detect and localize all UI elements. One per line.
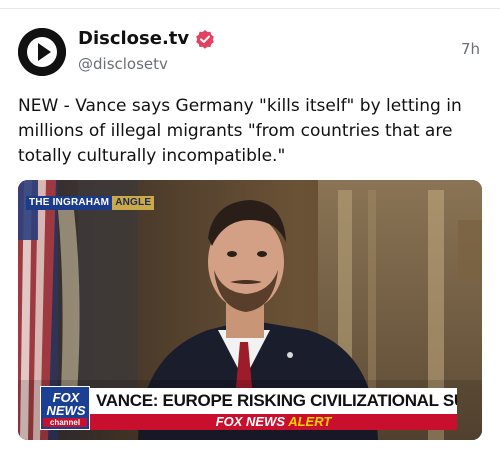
post-body-text: NEW - Vance says Germany "kills itself" … <box>18 96 462 166</box>
show-title-badge: THE INGRAHAM ANGLE <box>26 196 155 210</box>
avatar[interactable] <box>18 28 66 76</box>
fox-news-logo: FOX NEWS channel <box>40 386 90 430</box>
top-divider <box>0 8 500 9</box>
fox-news-logo-text: FOX NEWS <box>41 391 91 417</box>
post-timestamp[interactable]: 7h <box>461 40 480 58</box>
news-alert-bar: FOX NEWS ALERT <box>90 414 457 430</box>
author-display-name[interactable]: Disclose.tv <box>78 28 189 49</box>
verified-badge-icon <box>196 29 214 49</box>
post-header: Disclose.tv @disclosetv 7h <box>18 26 482 78</box>
show-title-part2: ANGLE <box>112 196 155 210</box>
alert-word: ALERT <box>288 414 332 429</box>
author-block: Disclose.tv @disclosetv <box>78 28 215 73</box>
author-handle[interactable]: @disclosetv <box>78 55 215 73</box>
news-chyron: VANCE: EUROPE RISKING CIVILIZATIONAL SUI… <box>90 388 457 414</box>
logo-channel: channel <box>43 418 87 427</box>
disclose-logo-icon <box>18 28 66 76</box>
alert-network: FOX NEWS <box>215 414 286 429</box>
logo-line2: NEWS <box>46 403 86 418</box>
show-title-part1: THE INGRAHAM <box>26 196 113 210</box>
